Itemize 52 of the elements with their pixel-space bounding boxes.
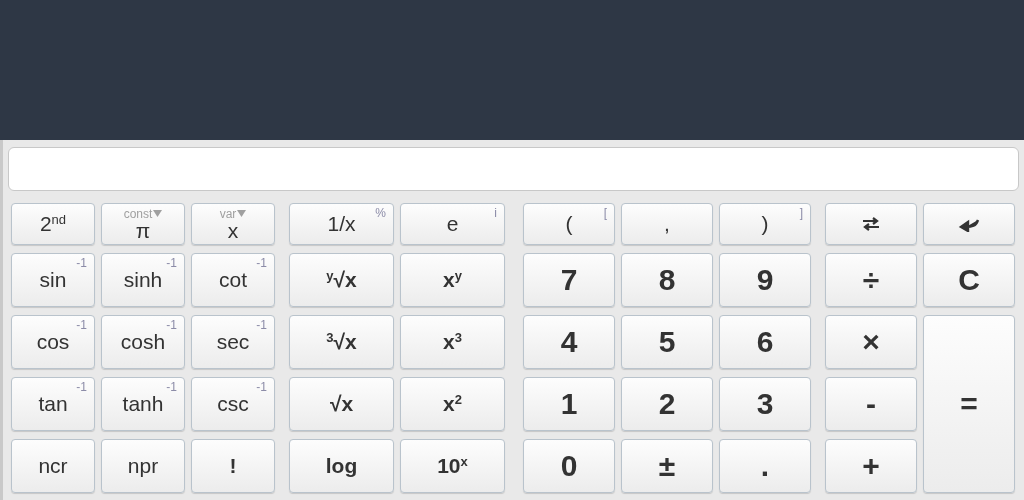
input-field[interactable] bbox=[8, 147, 1019, 191]
calculator-key[interactable]: 1/x % bbox=[289, 203, 394, 245]
dropdown-triangle-icon bbox=[153, 210, 163, 217]
calculator-key[interactable]: cot -1 bbox=[191, 253, 275, 307]
calculator-key[interactable]: x$^{3}$ bbox=[400, 315, 505, 369]
calculator-key[interactable]: 0 bbox=[523, 439, 615, 493]
calculator-key[interactable]: cosh -1 bbox=[101, 315, 185, 369]
calculator-key[interactable]: x$^{2}$ bbox=[400, 377, 505, 431]
calculator-key[interactable]: npr bbox=[101, 439, 185, 493]
calculator-key[interactable]: var x bbox=[191, 203, 275, 245]
calculator-key[interactable]: 9 bbox=[719, 253, 811, 307]
calculator-key[interactable]: = bbox=[923, 315, 1015, 493]
calculator-key[interactable]: 2 bbox=[621, 377, 713, 431]
calculator-key[interactable]: ! bbox=[191, 439, 275, 493]
calculator-key[interactable]: × bbox=[825, 315, 917, 369]
calculator-key[interactable]: x$^{y}$ bbox=[400, 253, 505, 307]
calculator-key[interactable]: sin -1 bbox=[11, 253, 95, 307]
calculator-key[interactable]: $^{y}$√x bbox=[289, 253, 394, 307]
calculator-key[interactable]: 2$^{nd}$ bbox=[11, 203, 95, 245]
calculator-key[interactable]: cos -1 bbox=[11, 315, 95, 369]
calculator-key[interactable]: 3 bbox=[719, 377, 811, 431]
calculator-key[interactable]: tan -1 bbox=[11, 377, 95, 431]
calculator-key[interactable]: 7 bbox=[523, 253, 615, 307]
calculator-key[interactable]: ± bbox=[621, 439, 713, 493]
calculator-key[interactable]: 1 bbox=[523, 377, 615, 431]
calculator-key[interactable]: ( [ bbox=[523, 203, 615, 245]
calculator-key[interactable]: e i bbox=[400, 203, 505, 245]
calculator-key[interactable]: . bbox=[719, 439, 811, 493]
calculator-key[interactable]: const π bbox=[101, 203, 185, 245]
calculator-key[interactable]: 4 bbox=[523, 315, 615, 369]
calculator-key[interactable]: tanh -1 bbox=[101, 377, 185, 431]
calculator-key[interactable]: + bbox=[825, 439, 917, 493]
calculator-key[interactable]: $^{3}$√x bbox=[289, 315, 394, 369]
dropdown-triangle-icon bbox=[237, 210, 247, 217]
calculator-key[interactable]: C bbox=[923, 253, 1015, 307]
calculator-key[interactable]: 5 bbox=[621, 315, 713, 369]
calculator-key[interactable] bbox=[923, 203, 1015, 245]
calculator-key[interactable]: sec -1 bbox=[191, 315, 275, 369]
calculator-key[interactable]: log bbox=[289, 439, 394, 493]
calculator-key[interactable]: 8 bbox=[621, 253, 713, 307]
calculator-key[interactable]: csc -1 bbox=[191, 377, 275, 431]
calculator-key[interactable]: ) ] bbox=[719, 203, 811, 245]
calculator-key[interactable]: sinh -1 bbox=[101, 253, 185, 307]
calculator-key[interactable]: √x bbox=[289, 377, 394, 431]
calculator-key[interactable]: 6 bbox=[719, 315, 811, 369]
calculator-key[interactable]: ÷ bbox=[825, 253, 917, 307]
calculator-key[interactable]: - bbox=[825, 377, 917, 431]
calculator-key[interactable]: 10$^{x}$ bbox=[400, 439, 505, 493]
swap-arrows-icon bbox=[860, 216, 882, 232]
calculator-key[interactable] bbox=[825, 203, 917, 245]
calculator-key[interactable]: , bbox=[621, 203, 713, 245]
calculator-key[interactable]: ncr bbox=[11, 439, 95, 493]
